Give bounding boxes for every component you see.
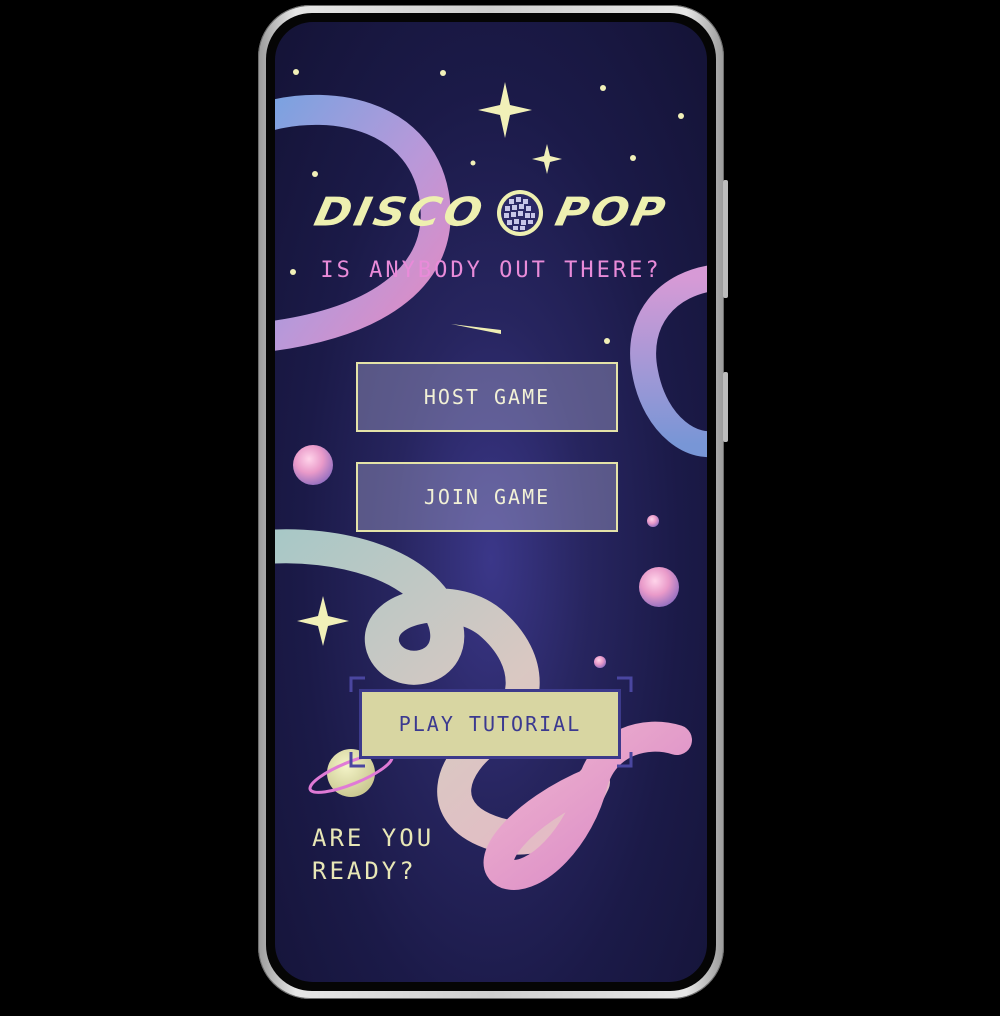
disco-ball-icon [497, 190, 544, 236]
ready-line-2: READY? [312, 857, 417, 885]
shooting-star [451, 324, 501, 334]
logo-word-left: DISCO [310, 189, 490, 236]
tube-right [630, 265, 707, 457]
ready-prompt: ARE YOU READY? [312, 822, 512, 888]
sparkle-icon [297, 596, 349, 646]
play-tutorial-button[interactable]: PLAY TUTORIAL [359, 689, 621, 759]
app-screen: DISCO POP IS ANYBODY OUT THERE? HOST GAM… [275, 22, 707, 982]
game-logo: DISCO POP [299, 184, 683, 242]
bubble-icon [647, 515, 659, 527]
sparkle-icon [532, 144, 562, 174]
join-game-button[interactable]: JOIN GAME [356, 462, 618, 532]
tagline: IS ANYBODY OUT THERE? [320, 258, 662, 283]
volume-button [723, 372, 728, 442]
bubble-icon [639, 567, 679, 607]
ready-line-1: ARE YOU [312, 824, 435, 852]
bubble-icon [594, 656, 606, 668]
host-game-button[interactable]: HOST GAME [356, 362, 618, 432]
power-button [723, 180, 728, 298]
logo-word-right: POP [551, 189, 673, 236]
sparkle-icon [478, 82, 532, 138]
bubble-icon [293, 445, 333, 485]
